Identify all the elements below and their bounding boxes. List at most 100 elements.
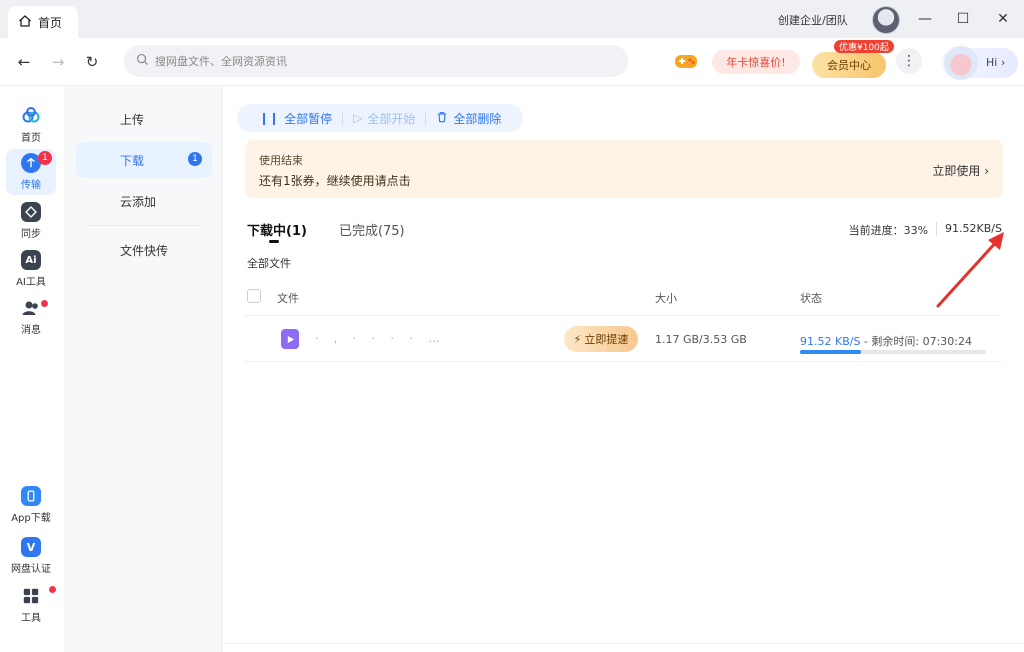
lightning-icon: ⚡ (573, 332, 582, 346)
rail-item-ai-tools[interactable]: Ai AI工具 (6, 246, 56, 292)
download-speed: 91.52 KB/S (800, 335, 861, 348)
rail-label: 同步 (21, 229, 41, 240)
rail-label: 传输 (21, 180, 41, 191)
vip-discount-badge: 优惠¥100起 (834, 40, 894, 53)
sync-icon (21, 202, 41, 222)
rail-item-transfer[interactable]: 传输 1 (6, 149, 56, 195)
table-header: 文件 大小 状态 (245, 282, 1001, 316)
search-icon (136, 53, 149, 69)
back-icon[interactable]: ← (14, 52, 34, 72)
boost-label: 立即提速 (584, 333, 629, 346)
subnav-label: 云添加 (120, 194, 157, 209)
start-all-button[interactable]: ▷ 全部开始 (343, 110, 425, 127)
column-file: 文件 (277, 292, 299, 305)
tools-dot (49, 586, 56, 593)
cloud-logo-icon (21, 106, 41, 126)
tab-completed[interactable]: 已完成(75) (339, 220, 405, 239)
pause-icon: ❙❙ (259, 111, 280, 125)
remaining-time: - 剩余时间: 07:30:24 (860, 335, 973, 348)
select-all-checkbox[interactable] (247, 289, 261, 303)
subnav-divider (88, 225, 200, 226)
coupon-notice: 使用结束 还有1张券，继续使用请点击 立即使用 › (245, 140, 1003, 198)
action-label: 全部删除 (453, 111, 502, 126)
video-file-icon (281, 329, 299, 349)
download-status: 91.52 KB/S - 剩余时间: 07:30:24 (800, 333, 972, 349)
search-placeholder: 搜网盘文件、全网资源资讯 (155, 55, 287, 68)
left-rail: 首页 传输 1 同步 Ai AI工具 消息 App下载 V 网盘认证 工具 (0, 86, 64, 652)
phone-icon (21, 486, 41, 506)
home-icon (18, 14, 32, 31)
vip-center-button[interactable]: 会员中心 (812, 52, 886, 78)
annual-promo-button[interactable]: 年卡惊喜价! (712, 50, 800, 74)
rail-label: 消息 (21, 325, 41, 336)
download-tabs: 下载中(1) 已完成(75) (247, 220, 405, 243)
subnav-label: 文件快传 (120, 243, 169, 258)
file-size: 1.17 GB/3.53 GB (655, 333, 747, 346)
annotation-arrow (936, 232, 1004, 308)
forward-icon[interactable]: → (48, 52, 68, 72)
download-progress-bar (800, 350, 986, 354)
subnav-label: 上传 (120, 112, 145, 127)
transfer-count-badge: 1 (38, 151, 52, 165)
subnav-download[interactable]: 下载 1 (76, 142, 212, 178)
column-status: 状态 (800, 292, 822, 305)
notice-body: 还有1张券，继续使用请点击 (259, 174, 411, 188)
hi-label: Hi › (986, 56, 1006, 69)
people-icon (21, 298, 41, 318)
boost-speed-button[interactable]: ⚡ 立即提速 (564, 326, 638, 352)
toolbar: ← → ↻ 搜网盘文件、全网资源资讯 年卡惊喜价! 会员中心 优惠¥100起 ⋮… (0, 38, 1024, 86)
rail-label: App下载 (11, 513, 51, 524)
more-options-button[interactable]: ⋮ (896, 48, 922, 74)
notice-title: 使用结束 (259, 154, 303, 167)
verified-icon: V (21, 537, 41, 557)
minimize-button[interactable]: — (914, 8, 936, 30)
trash-icon (436, 111, 448, 126)
rail-item-sync[interactable]: 同步 (6, 198, 56, 244)
action-label: 全部开始 (367, 111, 416, 126)
rail-label: 工具 (21, 613, 41, 624)
tab-downloading[interactable]: 下载中(1) (247, 220, 307, 243)
tab-home[interactable]: 首页 (8, 6, 78, 38)
rail-item-verify[interactable]: V 网盘认证 (6, 533, 56, 579)
use-now-link[interactable]: 立即使用 › (932, 162, 989, 179)
rail-item-home[interactable]: 首页 (6, 102, 56, 148)
rail-item-messages[interactable]: 消息 (6, 294, 56, 340)
action-label: 全部暂停 (284, 111, 333, 126)
main-panel: ❙❙ 全部暂停 ▷ 全部开始 全部删除 使用结束 还有1张券，继续使用请点击 立… (223, 86, 1024, 652)
create-org-link[interactable]: 创建企业/团队 (778, 12, 848, 28)
column-size: 大小 (655, 292, 677, 305)
maximize-button[interactable]: ☐ (952, 8, 974, 30)
rail-item-tools[interactable]: 工具 (6, 582, 56, 628)
subnav-quick-transfer[interactable]: 文件快传 (76, 232, 212, 268)
gamepad-icon[interactable] (674, 51, 698, 71)
refresh-icon[interactable]: ↻ (82, 52, 102, 72)
tab-home-label: 首页 (38, 15, 63, 30)
transfer-subnav: 上传 下载 1 云添加 文件快传 (64, 86, 222, 652)
all-files-breadcrumb: 全部文件 (247, 257, 291, 270)
rail-label: 首页 (21, 133, 41, 144)
messages-dot (41, 300, 48, 307)
download-count-badge: 1 (188, 152, 202, 166)
rail-label: 网盘认证 (11, 564, 51, 575)
subnav-upload[interactable]: 上传 (76, 101, 212, 137)
mascot-icon[interactable] (944, 46, 978, 80)
download-progress-fill (800, 350, 862, 354)
bottom-divider (223, 643, 1024, 644)
search-input[interactable]: 搜网盘文件、全网资源资讯 (124, 45, 628, 77)
bulk-actions-bar: ❙❙ 全部暂停 ▷ 全部开始 全部删除 (237, 104, 524, 132)
play-icon: ▷ (353, 111, 363, 125)
pause-all-button[interactable]: ❙❙ 全部暂停 (249, 110, 342, 127)
delete-all-button[interactable]: 全部删除 (426, 110, 511, 127)
file-name: · ˌ · · · · … (315, 332, 446, 345)
title-bar: 首页 创建企业/团队 — ☐ ✕ (0, 0, 1024, 38)
subnav-label: 下载 (120, 153, 145, 168)
grid-icon (21, 586, 41, 606)
user-avatar[interactable] (872, 6, 900, 34)
subnav-cloud-add[interactable]: 云添加 (76, 183, 212, 219)
rail-label: AI工具 (16, 277, 46, 288)
ai-icon: Ai (21, 250, 41, 270)
table-row[interactable]: · ˌ · · · · … ⚡ 立即提速 1.17 GB/3.53 GB 91.… (245, 316, 1001, 362)
rail-item-app-download[interactable]: App下载 (6, 482, 56, 528)
close-button[interactable]: ✕ (992, 8, 1014, 30)
progress-label: 当前进度：33% (848, 224, 929, 237)
